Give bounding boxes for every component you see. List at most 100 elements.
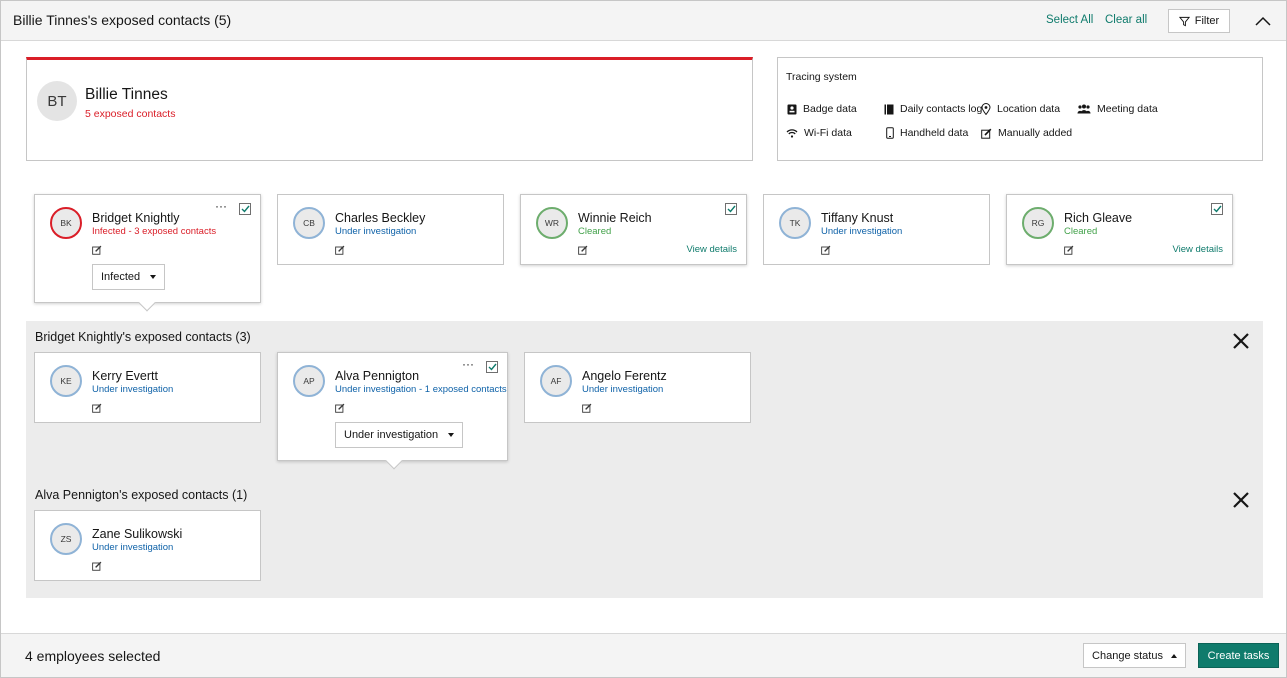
contact-card-angelo-ferentz[interactable]: AF Angelo Ferentz Under investigation — [524, 352, 751, 423]
select-checkbox[interactable] — [725, 203, 737, 215]
change-status-button[interactable]: Change status — [1083, 643, 1186, 668]
location-pin-icon — [981, 103, 991, 115]
exposed-contacts-count: 5 exposed contacts — [85, 108, 176, 120]
avatar: BT — [37, 81, 77, 121]
person-name: Billie Tinnes — [85, 86, 168, 103]
select-checkbox[interactable] — [239, 203, 251, 215]
edit-icon[interactable] — [92, 403, 102, 413]
header-bar: Billie Tinnes's exposed contacts (5) Sel… — [1, 1, 1286, 41]
badge-icon — [787, 104, 797, 114]
edit-icon[interactable] — [92, 561, 102, 571]
filter-icon — [1178, 16, 1190, 26]
edit-icon[interactable] — [582, 403, 592, 413]
chevron-up-icon — [1255, 16, 1271, 26]
close-icon[interactable] — [1232, 491, 1250, 509]
contact-status: Under investigation — [582, 384, 664, 395]
contact-name: Bridget Knightly — [92, 211, 180, 225]
edit-icon — [981, 128, 992, 139]
select-checkbox[interactable] — [1211, 203, 1223, 215]
legend-manually-added: Manually added — [981, 127, 1072, 139]
contact-status: Cleared — [578, 226, 612, 237]
contact-status: Under investigation — [821, 226, 903, 237]
panel-title-bridget: Bridget Knightly's exposed contacts (3) — [35, 330, 251, 344]
contact-card-zane-sulikowski[interactable]: ZS Zane Sulikowski Under investigation — [34, 510, 261, 581]
page-title: Billie Tinnes's exposed contacts (5) — [13, 12, 232, 28]
contact-card-charles-beckley[interactable]: CB Charles Beckley Under investigation — [277, 194, 504, 265]
edit-icon[interactable] — [92, 245, 102, 255]
edit-icon[interactable] — [578, 245, 588, 255]
contact-name: Tiffany Knust — [821, 211, 894, 225]
tracing-system-title: Tracing system — [786, 71, 857, 83]
legend-wifi-data: Wi-Fi data — [786, 127, 852, 139]
view-details-link[interactable]: View details — [686, 244, 737, 255]
collapse-button[interactable] — [1251, 10, 1275, 32]
checkmark-icon — [727, 205, 736, 213]
panel-title-alva: Alva Pennigton's exposed contacts (1) — [35, 488, 248, 502]
contact-name: Angelo Ferentz — [582, 369, 667, 383]
select-checkbox[interactable] — [486, 361, 498, 373]
selected-count: 4 employees selected — [25, 648, 161, 664]
avatar: BK — [50, 207, 82, 239]
caret-down-icon — [448, 433, 455, 437]
contact-name: Zane Sulikowski — [92, 527, 183, 541]
contact-card-tiffany-knust[interactable]: TK Tiffany Knust Under investigation — [763, 194, 990, 265]
contact-card-kerry-evertt[interactable]: KE Kerry Evertt Under investigation — [34, 352, 261, 423]
avatar: CB — [293, 207, 325, 239]
caret-down-icon — [150, 275, 157, 279]
contact-card-rich-gleave[interactable]: RG Rich Gleave Cleared View details — [1006, 194, 1233, 265]
more-options-icon[interactable]: ··· — [215, 199, 227, 213]
avatar: TK — [779, 207, 811, 239]
tracing-system-legend: Tracing system Badge data Daily contacts… — [777, 57, 1263, 161]
contact-status: Under investigation — [92, 384, 174, 395]
contact-name: Charles Beckley — [335, 211, 426, 225]
wifi-icon — [786, 129, 798, 138]
close-icon[interactable] — [1232, 332, 1250, 350]
contact-card-alva-pennigton[interactable]: AP Alva Pennigton Under investigation - … — [277, 352, 508, 470]
index-person-card: BT Billie Tinnes 5 exposed contacts — [26, 57, 753, 161]
card-pointer — [138, 294, 156, 312]
legend-location-data: Location data — [981, 103, 1060, 115]
contact-name: Kerry Evertt — [92, 369, 158, 383]
filter-label: Filter — [1194, 15, 1220, 27]
caret-up-icon — [1170, 653, 1177, 658]
contact-name: Alva Pennigton — [335, 369, 420, 383]
select-all-link[interactable]: Select All — [1046, 14, 1093, 26]
legend-meeting-data: Meeting data — [1077, 103, 1158, 115]
exposed-contacts-window: Billie Tinnes's exposed contacts (5) Sel… — [0, 0, 1287, 678]
contact-status: Cleared — [1064, 226, 1098, 237]
clear-all-link[interactable]: Clear all — [1105, 14, 1147, 26]
checkmark-icon — [241, 205, 250, 213]
contact-status: Infected - 3 exposed contacts — [92, 226, 217, 237]
contact-status: Under investigation — [92, 542, 174, 553]
avatar: AP — [293, 365, 325, 397]
view-details-link[interactable]: View details — [1172, 244, 1223, 255]
contact-status: Under investigation — [335, 226, 417, 237]
edit-icon[interactable] — [335, 245, 345, 255]
contact-card-winnie-reich[interactable]: WR Winnie Reich Cleared View details — [520, 194, 747, 265]
edit-icon[interactable] — [1064, 245, 1074, 255]
create-tasks-button[interactable]: Create tasks — [1198, 643, 1279, 668]
edit-icon[interactable] — [821, 245, 831, 255]
checkmark-icon — [1213, 205, 1222, 213]
legend-badge-data: Badge data — [787, 103, 857, 115]
status-dropdown[interactable]: Under investigation — [335, 422, 464, 448]
avatar: KE — [50, 365, 82, 397]
checkmark-icon — [488, 363, 497, 371]
phone-icon — [886, 127, 894, 139]
people-icon — [1077, 104, 1091, 114]
book-icon — [884, 104, 894, 114]
status-dropdown[interactable]: Infected — [92, 264, 166, 290]
edit-icon[interactable] — [335, 403, 345, 413]
contact-status: Under investigation - 1 exposed contacts — [335, 384, 507, 395]
more-options-icon[interactable]: ··· — [462, 357, 474, 371]
contact-card-bridget-knightly[interactable]: BK Bridget Knightly Infected - 3 exposed… — [34, 194, 261, 312]
avatar: WR — [536, 207, 568, 239]
filter-button[interactable]: Filter — [1168, 9, 1230, 33]
contact-name: Winnie Reich — [578, 211, 652, 225]
avatar: ZS — [50, 523, 82, 555]
avatar: AF — [540, 365, 572, 397]
legend-handheld-data: Handheld data — [886, 127, 968, 139]
contact-name: Rich Gleave — [1064, 211, 1133, 225]
avatar: RG — [1022, 207, 1054, 239]
legend-daily-contacts-log: Daily contacts log — [884, 103, 982, 115]
